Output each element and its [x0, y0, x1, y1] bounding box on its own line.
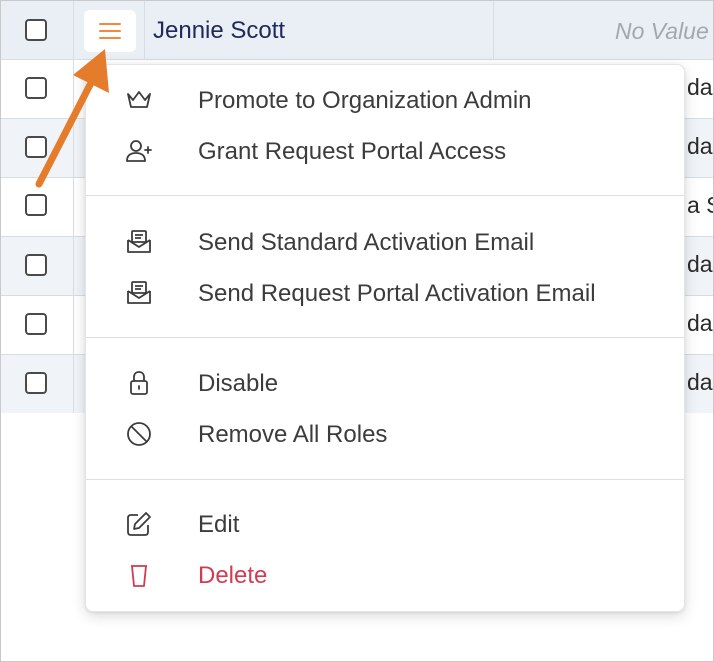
- arrow-annotation-icon: [35, 49, 109, 188]
- user-table-panel: Jennie Scott No Value da dar a S da da d…: [0, 0, 714, 662]
